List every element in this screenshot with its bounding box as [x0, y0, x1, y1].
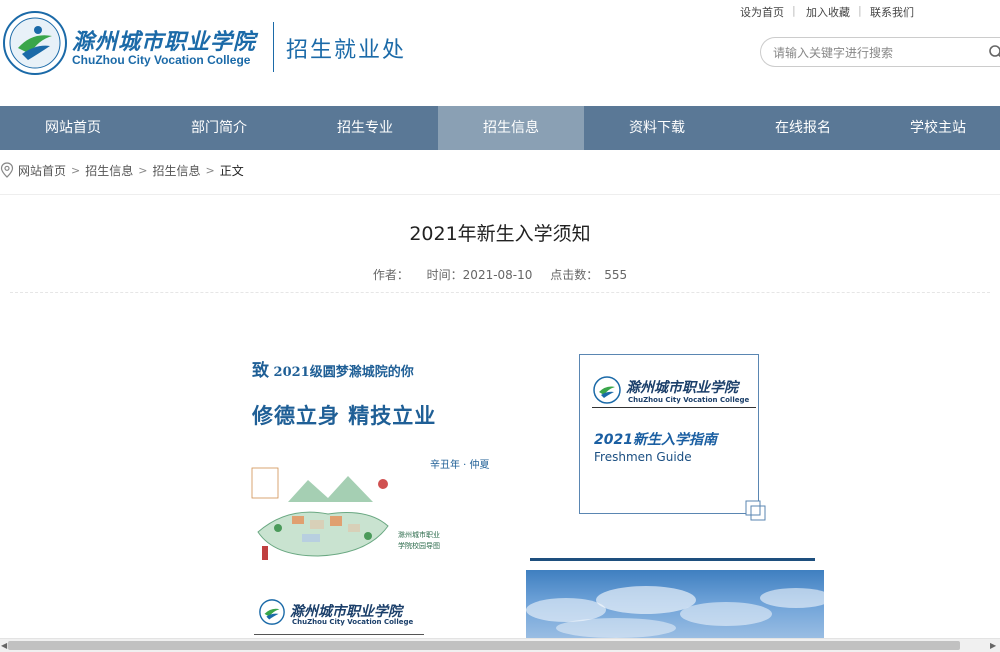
campus-map-illustration	[251, 467, 389, 560]
top-link-separator: |	[792, 4, 796, 17]
scroll-left-icon[interactable]: ◀	[1, 641, 7, 651]
card-logo-cn: 滁州城市职业学院	[626, 380, 738, 396]
views-field: 点击数： 555	[550, 268, 627, 282]
article-meta: 作者： 时间：2021-08-10 点击数： 555	[0, 266, 1000, 283]
sky-photo	[526, 570, 824, 642]
scrollbar-thumb[interactable]	[8, 641, 960, 650]
guide-cover-card: 滁州城市职业学院 ChuZhou City Vocation College 2…	[579, 354, 766, 521]
main-nav: 网站首页 部门简介 招生专业 招生信息 资料下载 在线报名 学校主站	[0, 106, 1000, 150]
poster-date: 辛丑年 · 仲夏	[430, 460, 490, 471]
article-title: 2021年新生入学须知	[409, 223, 591, 245]
horizontal-scrollbar[interactable]: ◀ ▶	[0, 638, 1000, 652]
top-link-separator: |	[858, 4, 862, 17]
meta-divider	[10, 292, 990, 293]
nav-item-main-site[interactable]: 学校主站	[876, 106, 1000, 150]
logo-divider	[273, 22, 274, 72]
guide-title-en: Freshmen Guide	[594, 450, 692, 464]
scroll-right-icon[interactable]: ▶	[990, 641, 996, 651]
author-field: 作者：	[373, 268, 409, 282]
nav-item-about[interactable]: 部门简介	[146, 106, 292, 150]
breadcrumb-divider	[0, 194, 1000, 195]
guide-title-cn: 2021新生入学指南	[594, 432, 717, 448]
map-caption-line1: 滁州城市职业	[398, 531, 440, 539]
site-header: 滁州城市职业学院 ChuZhou City Vocation College 招…	[0, 0, 1000, 106]
chevron-right-icon: >	[71, 163, 81, 177]
add-favorite-link[interactable]: 加入收藏	[806, 4, 850, 20]
time-value: 2021-08-10	[462, 268, 533, 282]
poster-logo-en: ChuZhou City Vocation College	[292, 618, 414, 626]
college-emblem-icon	[259, 599, 285, 625]
author-label: 作者：	[372, 268, 409, 282]
location-pin-icon	[0, 162, 14, 178]
chevron-right-icon: >	[138, 163, 148, 177]
nav-item-home[interactable]: 网站首页	[0, 106, 146, 150]
poster-greeting-prefix: 致	[252, 361, 269, 381]
poster-motto: 修德立身 精技立业	[252, 403, 437, 428]
search-input[interactable]	[773, 44, 973, 62]
breadcrumb-admission-info[interactable]: 招生信息	[85, 162, 133, 179]
search-box	[760, 37, 1000, 67]
poster-divider-bar	[530, 558, 815, 561]
set-homepage-link[interactable]: 设为首页	[740, 4, 784, 20]
nav-item-downloads[interactable]: 资料下载	[584, 106, 730, 150]
views-value: 555	[604, 268, 628, 282]
nav-item-online-registration[interactable]: 在线报名	[730, 106, 876, 150]
breadcrumb-home[interactable]: 网站首页	[18, 162, 66, 179]
views-label: 点击数：	[550, 268, 599, 282]
breadcrumb-current: 正文	[219, 163, 244, 178]
map-caption: 滁州城市职业 学院校园导图	[398, 530, 440, 552]
map-caption-line2: 学院校园导图	[398, 542, 440, 550]
college-emblem-icon[interactable]	[2, 10, 68, 76]
poster-logo: 滁州城市职业学院 ChuZhou City Vocation College	[258, 598, 428, 628]
card-rule	[592, 407, 756, 408]
corner-ornament-icon	[745, 500, 766, 521]
breadcrumb: 网站首页 > 招生信息 > 招生信息 > 正文	[0, 160, 244, 180]
card-logo-en: ChuZhou City Vocation College	[628, 396, 750, 404]
time-field: 时间：2021-08-10	[427, 268, 533, 282]
college-emblem-icon	[593, 376, 621, 404]
college-name-cn: 滁州城市职业学院	[72, 29, 257, 55]
department-title: 招生就业处	[286, 38, 407, 63]
poster-logo-rule	[254, 634, 424, 635]
contact-us-link[interactable]: 联系我们	[870, 4, 914, 20]
clouds-illustration	[526, 586, 824, 638]
time-label: 时间：	[426, 268, 463, 282]
poster-page-left: 致 2021级圆梦滁城院的你 修德立身 精技立业 辛丑年 · 仲夏 滁州城市职业…	[248, 346, 508, 638]
chevron-right-icon: >	[205, 163, 215, 177]
poster-greeting-text: 2021级圆梦滁城院的你	[273, 365, 414, 380]
poster-greeting: 致 2021级圆梦滁城院的你	[252, 356, 414, 381]
nav-item-admission-info[interactable]: 招生信息	[438, 106, 584, 150]
breadcrumb-admission-info-sub[interactable]: 招生信息	[152, 162, 200, 179]
poster-page-right: 滁州城市职业学院 ChuZhou City Vocation College 2…	[520, 352, 830, 642]
search-icon[interactable]	[987, 44, 1000, 60]
college-name-en: ChuZhou City Vocation College	[72, 53, 251, 67]
nav-item-majors[interactable]: 招生专业	[292, 106, 438, 150]
